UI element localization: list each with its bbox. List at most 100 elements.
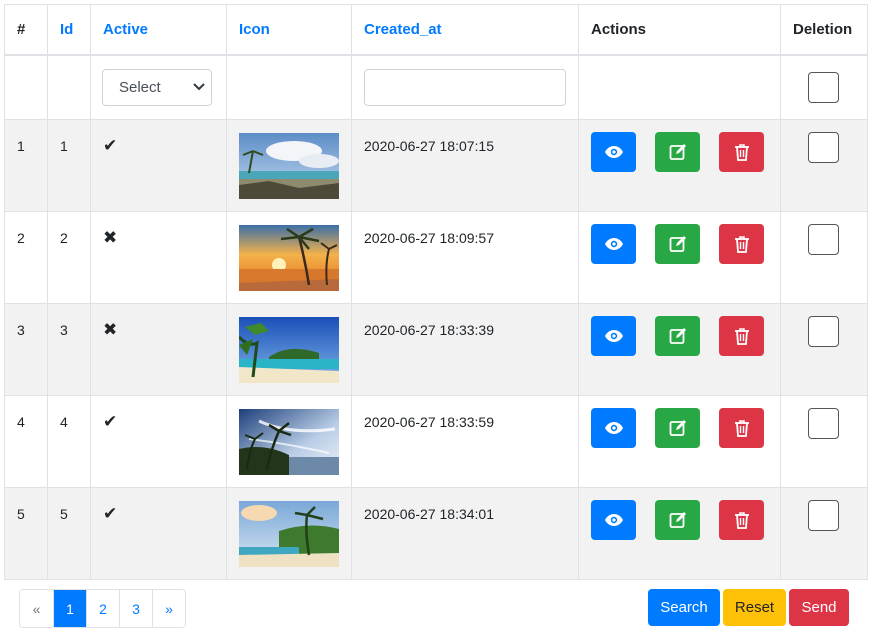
data-grid: # Id Active Icon Created_at Actions Dele… xyxy=(4,4,868,580)
edit-icon xyxy=(669,512,686,528)
sort-link-created-at[interactable]: Created_at xyxy=(364,21,442,38)
delete-button[interactable] xyxy=(719,500,764,540)
view-button[interactable] xyxy=(591,316,636,356)
cross-icon: ✖ xyxy=(103,320,118,339)
view-button[interactable] xyxy=(591,408,636,448)
view-button[interactable] xyxy=(591,224,636,264)
edit-button[interactable] xyxy=(655,408,700,448)
row-icon xyxy=(226,395,352,488)
send-button[interactable]: Send xyxy=(789,589,849,626)
delete-button[interactable] xyxy=(719,224,764,264)
edit-button[interactable] xyxy=(655,224,700,264)
filter-cell-id xyxy=(47,54,91,120)
row-actions xyxy=(578,487,781,580)
row-num: 5 xyxy=(4,487,48,580)
filter-cell-num xyxy=(4,54,48,120)
trash-icon xyxy=(734,512,749,529)
trash-icon xyxy=(734,144,749,161)
check-icon: ✔ xyxy=(103,504,118,523)
page-link-3[interactable]: 3 xyxy=(119,590,152,627)
palm-sky-image xyxy=(239,409,339,475)
edit-button[interactable] xyxy=(655,316,700,356)
row-deletion xyxy=(780,211,868,304)
header-deletion: Deletion xyxy=(780,4,868,56)
edit-icon xyxy=(669,420,686,436)
table-row: 2 2 ✖ 2020-06-27 18:09:57 xyxy=(4,211,868,304)
chevron-down-icon xyxy=(193,82,205,94)
row-icon xyxy=(226,119,352,212)
sort-link-icon[interactable]: Icon xyxy=(239,21,270,38)
sort-link-active[interactable]: Active xyxy=(103,21,148,38)
search-button[interactable]: Search xyxy=(648,589,720,626)
filter-cell-deletion xyxy=(780,54,868,120)
page-next-link[interactable]: » xyxy=(152,590,185,627)
select-all-checkbox[interactable] xyxy=(808,72,839,103)
row-actions xyxy=(578,211,781,304)
header-created-at[interactable]: Created_at xyxy=(351,4,579,56)
row-num: 4 xyxy=(4,395,48,488)
edit-icon xyxy=(669,328,686,344)
view-button[interactable] xyxy=(591,132,636,172)
header-num: # xyxy=(4,4,48,56)
created-at-filter-input[interactable] xyxy=(364,69,566,106)
header-id[interactable]: Id xyxy=(47,4,91,56)
active-filter-value: Select xyxy=(119,79,161,96)
row-delete-checkbox[interactable] xyxy=(808,500,839,531)
filter-cell-created-at xyxy=(351,54,579,120)
trash-icon xyxy=(734,328,749,345)
row-deletion xyxy=(780,395,868,488)
row-active: ✖ xyxy=(90,211,227,304)
filter-cell-icon xyxy=(226,54,352,120)
check-icon: ✔ xyxy=(103,136,118,155)
row-icon xyxy=(226,487,352,580)
page-link-1[interactable]: 1 xyxy=(53,590,86,627)
row-num: 3 xyxy=(4,303,48,396)
table-row: 3 3 ✖ 2020-06-27 18:33:39 xyxy=(4,303,868,396)
table-row: 1 1 ✔ 2020-06-27 18:07:15 xyxy=(4,119,868,212)
row-delete-checkbox[interactable] xyxy=(808,224,839,255)
delete-button[interactable] xyxy=(719,316,764,356)
row-icon xyxy=(226,211,352,304)
edit-icon xyxy=(669,144,686,160)
trash-icon xyxy=(734,420,749,437)
row-id: 3 xyxy=(47,303,91,396)
view-button[interactable] xyxy=(591,500,636,540)
header-active[interactable]: Active xyxy=(90,4,227,56)
filter-cell-actions xyxy=(578,54,781,120)
active-filter-select[interactable]: Select xyxy=(102,69,212,106)
delete-button[interactable] xyxy=(719,132,764,172)
page-prev-link[interactable]: « xyxy=(20,590,53,627)
row-created-at: 2020-06-27 18:34:01 xyxy=(351,487,579,580)
table-row: 5 5 ✔ 2020-06-27 18:34:01 xyxy=(4,487,868,580)
eye-icon xyxy=(604,330,623,342)
row-icon xyxy=(226,303,352,396)
row-created-at: 2020-06-27 18:33:39 xyxy=(351,303,579,396)
tropical-bay-image xyxy=(239,317,339,383)
delete-button[interactable] xyxy=(719,408,764,448)
page-link-2[interactable]: 2 xyxy=(86,590,119,627)
row-active: ✔ xyxy=(90,487,227,580)
row-delete-checkbox[interactable] xyxy=(808,132,839,163)
edit-button[interactable] xyxy=(655,132,700,172)
row-created-at: 2020-06-27 18:07:15 xyxy=(351,119,579,212)
filter-cell-active: Select xyxy=(90,54,227,120)
row-num: 2 xyxy=(4,211,48,304)
row-id: 5 xyxy=(47,487,91,580)
row-delete-checkbox[interactable] xyxy=(808,316,839,347)
sort-link-id[interactable]: Id xyxy=(60,21,73,38)
row-created-at: 2020-06-27 18:33:59 xyxy=(351,395,579,488)
eye-icon xyxy=(604,146,623,158)
trash-icon xyxy=(734,236,749,253)
eye-icon xyxy=(604,238,623,250)
row-active: ✖ xyxy=(90,303,227,396)
row-created-at: 2020-06-27 18:09:57 xyxy=(351,211,579,304)
sunset-palm-image xyxy=(239,225,339,291)
row-delete-checkbox[interactable] xyxy=(808,408,839,439)
header-icon[interactable]: Icon xyxy=(226,4,352,56)
edit-icon xyxy=(669,236,686,252)
pagination: « 1 2 3 » xyxy=(19,589,186,628)
palm-beach-image xyxy=(239,501,339,567)
reset-button[interactable]: Reset xyxy=(723,589,786,626)
edit-button[interactable] xyxy=(655,500,700,540)
header-row: # Id Active Icon Created_at Actions Dele… xyxy=(4,4,868,56)
